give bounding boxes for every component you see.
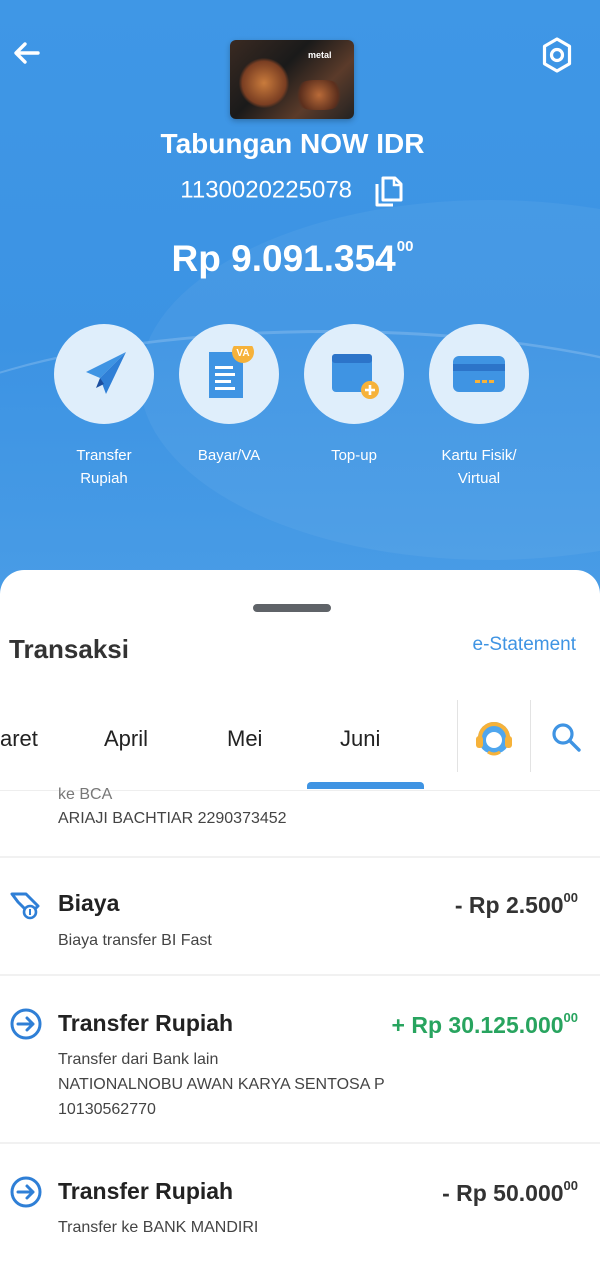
transfer-in-icon — [8, 1006, 44, 1042]
partial-desc-line: ARIAJI BACHTIAR 2290373452 — [58, 810, 287, 827]
drag-handle[interactable] — [253, 604, 331, 612]
transaction-desc: NATIONALNOBU AWAN KARYA SENTOSA P — [58, 1076, 385, 1093]
transaction-amount: + Rp 30.125.00000 — [391, 1010, 578, 1038]
support-headset-icon[interactable] — [470, 714, 518, 762]
month-tabs: aret April Mei Juni — [0, 696, 600, 790]
transaction-title: Transfer Rupiah — [58, 1010, 234, 1036]
quick-actions: Transfer Rupiah VA Bayar/VA Top-up Kartu… — [0, 324, 600, 504]
balance-cents: 00 — [396, 238, 414, 255]
transactions-sheet: Transaksi e-Statement aret April Mei Jun… — [0, 570, 600, 1270]
transaction-desc: Biaya transfer BI Fast — [58, 932, 212, 949]
action-label: Rupiah — [80, 470, 128, 487]
action-label: Virtual — [457, 470, 501, 487]
transaction-amount: - Rp 2.50000 — [454, 890, 578, 918]
send-icon — [86, 352, 126, 394]
account-number-row: 1130020225078 — [0, 174, 585, 208]
e-statement-link[interactable]: e-Statement — [473, 634, 577, 656]
account-balance: Rp 9.091.35400 — [0, 238, 585, 280]
tab-juni[interactable]: Juni — [340, 726, 380, 752]
active-tab-indicator — [307, 782, 424, 789]
transaction-title: Transfer Rupiah — [58, 1178, 234, 1204]
action-circle: VA — [179, 324, 279, 424]
tab-april[interactable]: April — [104, 726, 148, 752]
transaction-title: Biaya — [58, 890, 120, 916]
tab-maret[interactable]: aret — [0, 726, 38, 752]
action-circle — [54, 324, 154, 424]
section-title: Transaksi — [9, 634, 129, 664]
va-badge: VA — [236, 348, 249, 359]
transaction-desc: Transfer dari Bank lain — [58, 1051, 219, 1068]
account-header: metal Tabungan NOW IDR 1130020225078 Rp … — [0, 0, 600, 620]
fee-icon — [8, 886, 44, 922]
settings-gear-icon[interactable] — [538, 36, 576, 74]
card-thumbnail[interactable]: metal — [230, 40, 354, 119]
account-name: Tabungan NOW IDR — [160, 128, 425, 159]
search-icon[interactable] — [549, 720, 583, 754]
account-number: 1130020225078 — [180, 176, 353, 204]
action-label: Kartu Fisik/ — [441, 447, 517, 464]
card-icon — [453, 356, 505, 392]
transaction-desc: Transfer ke BANK MANDIRI — [58, 1219, 259, 1236]
bill-va-icon: VA — [209, 346, 254, 398]
card-brand-logo: metal — [308, 50, 332, 60]
action-circle — [304, 324, 404, 424]
tab-mei[interactable]: Mei — [227, 726, 262, 752]
transaction-amount: - Rp 50.00000 — [442, 1178, 578, 1206]
partial-desc-line: ke BCA — [58, 786, 113, 803]
back-arrow-icon[interactable] — [10, 36, 44, 70]
transaction-desc: 10130562770 — [58, 1101, 156, 1118]
action-circle — [429, 324, 529, 424]
topup-wallet-icon — [332, 354, 379, 399]
copy-icon[interactable] — [373, 174, 405, 208]
transfer-in-icon — [8, 1174, 44, 1210]
action-kartu[interactable]: Kartu Fisik/ Virtual — [404, 324, 554, 490]
balance-amount: Rp 9.091.354 — [171, 238, 396, 279]
